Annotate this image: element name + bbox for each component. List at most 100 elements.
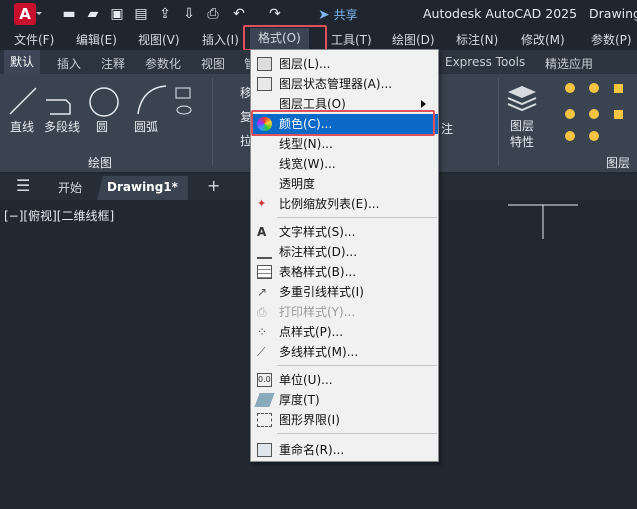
undo-icon[interactable]: ↶: [230, 5, 248, 23]
units-icon: 0.0: [257, 373, 272, 387]
menu-file[interactable]: 文件(F): [14, 31, 54, 48]
menu-item-table-style[interactable]: 表格样式(B)...: [251, 262, 438, 282]
send-icon: ➤: [318, 7, 330, 23]
print-icon[interactable]: ⎙: [204, 5, 222, 23]
sun-icon: [589, 83, 599, 93]
lock-icon: [614, 84, 623, 93]
hamburger-menu-icon[interactable]: ☰: [16, 176, 30, 195]
menu-item-label: 图层状态管理器(A)...: [279, 77, 393, 91]
line-tool[interactable]: 直线: [10, 118, 34, 135]
ucs-crosshair: [508, 204, 578, 239]
color-item-highlight: [251, 110, 435, 136]
menu-item-dim-style[interactable]: 标注样式(D)...: [251, 242, 438, 262]
menu-item-label: 多线样式(M)...: [279, 345, 359, 359]
arc-tool[interactable]: 圆弧: [134, 118, 158, 135]
menu-item-drawing-limits[interactable]: 图形界限(I): [251, 410, 438, 430]
menu-item-label: 文字样式(S)...: [279, 225, 356, 239]
menu-item-layer[interactable]: 图层(L)...: [251, 54, 438, 74]
tab-drawing1[interactable]: Drawing1*: [97, 176, 188, 200]
tab-view[interactable]: 视图: [201, 55, 225, 72]
menu-item-text-style[interactable]: A 文字样式(S)...: [251, 222, 438, 242]
menu-item-label: 标注样式(D)...: [279, 245, 358, 259]
menu-tools[interactable]: 工具(T): [331, 31, 372, 48]
mline-style-icon: ⟋: [257, 345, 266, 359]
ellipse-icon: [176, 105, 192, 115]
save-as-icon[interactable]: ▤: [132, 5, 150, 23]
menu-item-plot-style: ⎙ 打印样式(Y)...: [251, 302, 438, 322]
dim-style-icon: [257, 245, 272, 259]
menu-parametric[interactable]: 参数(P): [591, 31, 632, 48]
autocad-logo[interactable]: A: [14, 3, 42, 25]
layer-stack-icon: [508, 86, 536, 98]
plot-style-icon: ⎙: [257, 305, 267, 319]
menu-item-layer-state-manager[interactable]: 图层状态管理器(A)...: [251, 74, 438, 94]
scale-list-icon: ✦: [257, 197, 267, 210]
menu-modify[interactable]: 修改(M): [521, 31, 565, 48]
polyline-icon: [46, 99, 71, 115]
rename-icon: [257, 443, 272, 457]
menu-item-label: 图层(L)...: [279, 57, 331, 71]
thickness-icon: [254, 393, 275, 407]
menu-draw[interactable]: 绘图(D): [392, 31, 435, 48]
menu-item-label: 点样式(P)...: [279, 325, 344, 339]
menu-item-label: 打印样式(Y)...: [279, 305, 356, 319]
tab-parametric[interactable]: 参数化: [145, 55, 181, 72]
tab-default[interactable]: 默认: [4, 50, 41, 74]
add-tab-icon[interactable]: +: [207, 176, 220, 195]
app-name: Autodesk AutoCAD 2025: [423, 6, 578, 21]
menu-item-scale-list[interactable]: ✦ 比例缩放列表(E)...: [251, 194, 438, 214]
rectangle-icon: [175, 87, 191, 99]
line-icon: [9, 87, 37, 115]
layer-panel-title[interactable]: 图层: [606, 154, 630, 171]
menu-item-rename[interactable]: 重命名(R)...: [251, 440, 438, 460]
menu-separator: [277, 365, 437, 366]
layer-icon: [257, 57, 272, 71]
circle-tool[interactable]: 圆: [96, 118, 108, 135]
menu-item-label: 厚度(T): [279, 393, 320, 407]
share-label: 共享: [333, 8, 358, 22]
table-style-icon: [257, 265, 272, 279]
layer-tools-icons: [507, 83, 623, 141]
menu-item-label: 多重引线样式(I): [279, 285, 364, 299]
annotation-tool[interactable]: 注: [441, 120, 453, 137]
tab-featured-apps[interactable]: 精选应用: [545, 55, 593, 72]
menu-insert[interactable]: 插入(I): [202, 31, 239, 48]
menu-item-mline-style[interactable]: ⟋ 多线样式(M)...: [251, 342, 438, 362]
tab-insert[interactable]: 插入: [57, 55, 81, 72]
draw-tools-icons: [9, 85, 192, 117]
menu-item-point-style[interactable]: ⁘ 点样式(P)...: [251, 322, 438, 342]
menu-item-transparency[interactable]: 透明度: [251, 174, 438, 194]
submenu-arrow-icon: [421, 100, 430, 108]
arc-icon: [137, 85, 167, 115]
tab-express-tools[interactable]: Express Tools: [445, 55, 525, 69]
redo-icon[interactable]: ↷: [266, 5, 284, 23]
share-button[interactable]: ➤ 共享: [318, 6, 358, 23]
menu-item-label: 线宽(W)...: [279, 157, 336, 171]
upload-icon[interactable]: ⇪: [156, 5, 174, 23]
window-title: Autodesk AutoCAD 2025 Drawing1: [423, 6, 637, 21]
menu-view[interactable]: 视图(V): [138, 31, 180, 48]
menu-edit[interactable]: 编辑(E): [76, 31, 117, 48]
viewport-controls-label[interactable]: [−][俯视][二维线框]: [4, 207, 114, 224]
circle-icon: [89, 87, 119, 117]
tab-annotate[interactable]: 注释: [101, 55, 125, 72]
menu-item-lineweight[interactable]: 线宽(W)...: [251, 154, 438, 174]
tab-start[interactable]: 开始: [58, 179, 82, 196]
menu-separator: [277, 433, 437, 434]
new-icon[interactable]: ▬: [60, 5, 78, 23]
draw-panel-title[interactable]: 绘图: [88, 154, 112, 171]
document-name: Drawing1: [589, 6, 637, 21]
menu-item-units[interactable]: 0.0 单位(U)...: [251, 370, 438, 390]
menu-item-mleader-style[interactable]: ↗ 多重引线样式(I): [251, 282, 438, 302]
open-folder-icon[interactable]: ▰: [84, 5, 102, 23]
polyline-tool[interactable]: 多段线: [44, 118, 80, 135]
mleader-style-icon: ↗: [257, 285, 268, 299]
menu-dimension[interactable]: 标注(N): [456, 31, 498, 48]
save-icon[interactable]: ▣: [108, 5, 126, 23]
format-menu-highlight: [243, 25, 327, 51]
menu-item-thickness[interactable]: 厚度(T): [251, 390, 438, 410]
menu-item-linetype[interactable]: 线型(N)...: [251, 134, 438, 154]
layer-state-icon: [257, 77, 272, 91]
menu-item-label: 单位(U)...: [279, 373, 333, 387]
web-save-icon[interactable]: ⇩: [180, 5, 198, 23]
